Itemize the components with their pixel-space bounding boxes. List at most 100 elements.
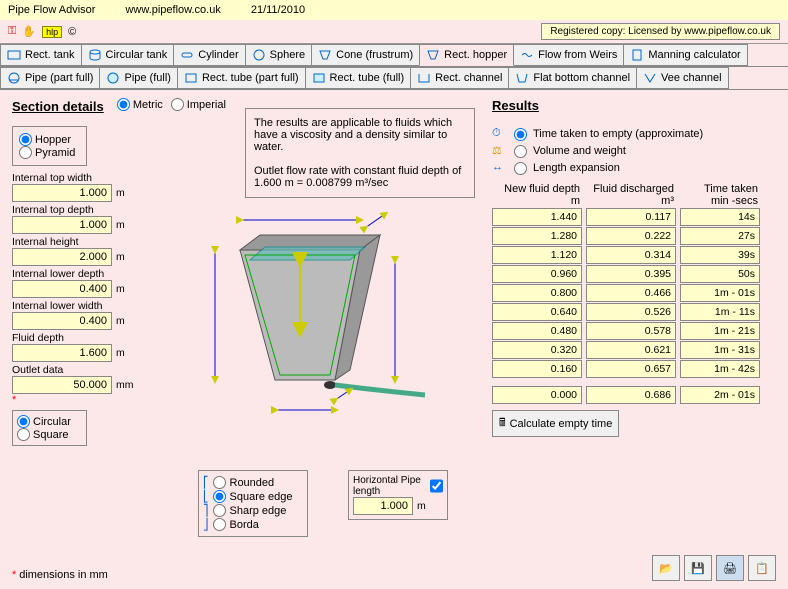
open-button[interactable]: 📂 <box>652 555 680 581</box>
export-button[interactable]: 📋 <box>748 555 776 581</box>
sharp-edge-icon: ⎤ <box>203 504 209 517</box>
radio-square-edge[interactable] <box>213 490 226 503</box>
pipe-full-icon <box>106 71 120 85</box>
hpipe-box: Horizontal Pipe length m <box>348 470 448 520</box>
hopper-diagram <box>185 200 445 430</box>
rect-channel-icon <box>417 71 431 85</box>
input-ilw[interactable] <box>12 312 112 330</box>
table-row: 1.1200.31439s <box>492 246 772 264</box>
results-table: New fluid depthm Fluid dischargedm³ Time… <box>492 183 772 437</box>
radio-volume[interactable] <box>514 145 527 158</box>
folder-icon: 📂 <box>659 562 673 575</box>
help-icon[interactable]: hlp <box>42 26 62 38</box>
calc-icon: 🖩 <box>499 414 506 433</box>
table-row: 0.3200.6211m - 31s <box>492 341 772 359</box>
circular-tank-icon <box>88 48 102 62</box>
input-ih[interactable] <box>12 248 112 266</box>
rect-tank-icon <box>7 48 21 62</box>
toolbar: ⚿ ✋ hlp © Registered copy: Licensed by w… <box>0 20 788 44</box>
disk-icon: 💾 <box>691 562 705 575</box>
input-od[interactable] <box>12 376 112 394</box>
radio-sharp-edge[interactable] <box>213 504 226 517</box>
radio-borda[interactable] <box>213 518 226 531</box>
print-button[interactable]: 🖨 <box>716 555 744 581</box>
borda-icon: ⎦ <box>203 518 209 531</box>
app-date: 21/11/2010 <box>251 4 305 16</box>
weight-icon: ⚖ <box>492 144 508 158</box>
table-row: 0.6400.5261m - 11s <box>492 303 772 321</box>
results-title: Results <box>492 98 539 113</box>
table-row: 1.4400.11714s <box>492 208 772 226</box>
expand-icon: ↔ <box>492 161 508 175</box>
tab-flat-channel[interactable]: Flat bottom channel <box>508 67 637 89</box>
tab-vee-channel[interactable]: Vee channel <box>636 67 729 89</box>
pipe-part-icon <box>7 71 21 85</box>
export-icon: 📋 <box>755 562 769 575</box>
tab-circular-tank[interactable]: Circular tank <box>81 44 175 66</box>
sphere-icon <box>252 48 266 62</box>
tab-rect-hopper[interactable]: Rect. hopper <box>419 44 514 66</box>
dim-note: * dimensions in mm <box>12 569 108 581</box>
last-depth: 0.000 <box>492 386 582 404</box>
vee-channel-icon <box>643 71 657 85</box>
table-row: 1.2800.22227s <box>492 227 772 245</box>
input-ild[interactable] <box>12 280 112 298</box>
tab-sphere[interactable]: Sphere <box>245 44 312 66</box>
cylinder-icon <box>180 48 194 62</box>
table-row: 0.8000.4661m - 01s <box>492 284 772 302</box>
input-hpipe[interactable] <box>353 497 413 515</box>
printer-icon: 🖨 <box>723 562 737 575</box>
table-row: 0.9600.39550s <box>492 265 772 283</box>
section-details-title: Section details <box>12 99 104 114</box>
input-itw[interactable] <box>12 184 112 202</box>
shape-selector: Hopper Pyramid <box>12 126 87 166</box>
tab-rect-tube-full[interactable]: Rect. tube (full) <box>305 67 412 89</box>
radio-hopper[interactable]: Hopper <box>19 133 80 146</box>
flat-channel-icon <box>515 71 529 85</box>
last-disch: 0.686 <box>586 386 676 404</box>
app-url: www.pipeflow.co.uk <box>125 4 220 16</box>
radio-circular[interactable]: Circular <box>17 415 82 428</box>
title-bar: Pipe Flow Advisor www.pipeflow.co.uk 21/… <box>0 0 788 20</box>
hpipe-check[interactable] <box>430 475 443 497</box>
radio-imperial[interactable]: Imperial <box>171 98 226 111</box>
tab-rect-tube-part[interactable]: Rect. tube (part full) <box>177 67 306 89</box>
tab-cylinder[interactable]: Cylinder <box>173 44 245 66</box>
calculator-icon <box>630 48 644 62</box>
tab-pipe-part[interactable]: Pipe (part full) <box>0 67 100 89</box>
tab-pipe-full[interactable]: Pipe (full) <box>99 67 177 89</box>
radio-rounded[interactable] <box>213 476 226 489</box>
key-icon[interactable]: ⚿ <box>8 25 16 38</box>
table-row: 0.1600.6571m - 42s <box>492 360 772 378</box>
table-row: 0.4800.5781m - 21s <box>492 322 772 340</box>
radio-square-shape[interactable]: Square <box>17 428 82 441</box>
outlet-shape-box: Circular Square <box>12 410 87 446</box>
registration-label: Registered copy: Licensed by www.pipeflo… <box>541 23 780 40</box>
info-box: The results are applicable to fluids whi… <box>245 108 475 198</box>
tab-row-2: Pipe (part full) Pipe (full) Rect. tube … <box>0 67 788 90</box>
radio-metric[interactable]: Metric <box>117 98 163 111</box>
calculate-button[interactable]: 🖩Calculate empty time <box>492 410 619 437</box>
radio-length[interactable] <box>514 162 527 175</box>
square-edge-icon: ⎣ <box>203 490 209 503</box>
app-title: Pipe Flow Advisor <box>8 4 95 16</box>
tab-rect-tank[interactable]: Rect. tank <box>0 44 82 66</box>
tab-flow-weirs[interactable]: Flow from Weirs <box>513 44 624 66</box>
rect-tube-full-icon <box>312 71 326 85</box>
rect-tube-part-icon <box>184 71 198 85</box>
time-icon: ⏱ <box>492 127 508 141</box>
last-time: 2m - 01s <box>680 386 760 404</box>
rect-hopper-icon <box>426 48 440 62</box>
weir-icon <box>520 48 534 62</box>
tab-rect-channel[interactable]: Rect. channel <box>410 67 509 89</box>
input-fd[interactable] <box>12 344 112 362</box>
hand-icon[interactable]: ✋ <box>22 25 36 38</box>
outlet-type-box: ⎡Rounded ⎣Square edge ⎤Sharp edge ⎦Borda <box>198 470 308 537</box>
copyright-icon[interactable]: © <box>68 26 76 38</box>
input-itd[interactable] <box>12 216 112 234</box>
radio-pyramid[interactable]: Pyramid <box>19 146 80 159</box>
tab-cone[interactable]: Cone (frustrum) <box>311 44 420 66</box>
radio-time[interactable] <box>514 128 527 141</box>
tab-manning[interactable]: Manning calculator <box>623 44 747 66</box>
save-button[interactable]: 💾 <box>684 555 712 581</box>
